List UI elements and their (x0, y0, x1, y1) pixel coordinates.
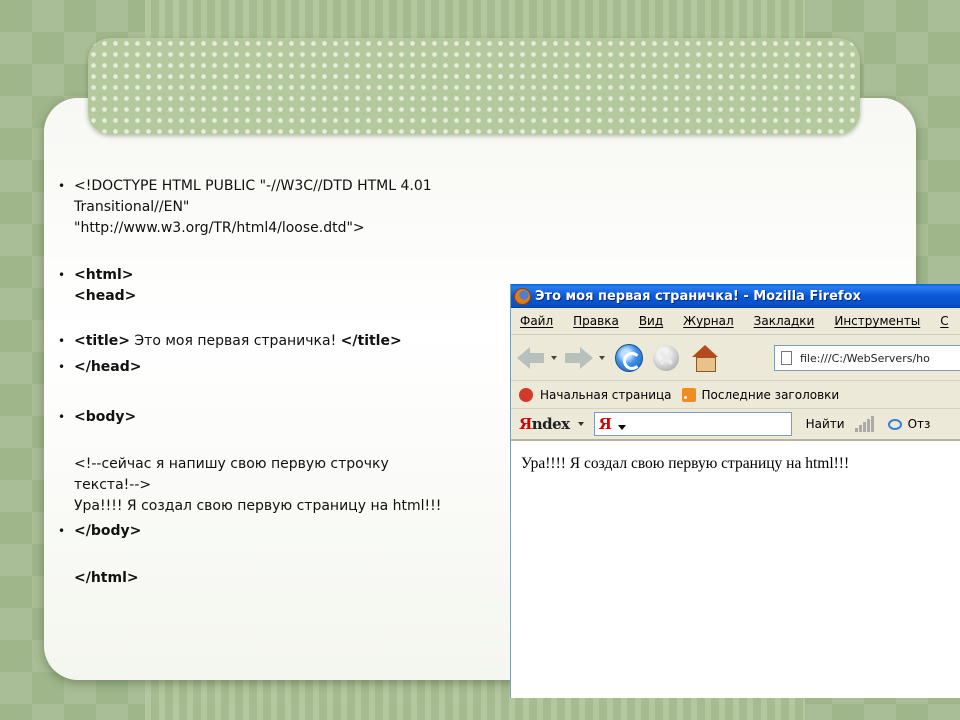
title-text: Это моя первая страничка! (129, 333, 341, 349)
yandex-dropdown-icon[interactable] (577, 422, 584, 426)
code-comment-line: текста!--> (74, 477, 152, 493)
yandex-feedback-label[interactable]: Отз (908, 417, 931, 431)
title-close-tag: </title> (340, 333, 402, 349)
bookmark-latest-headlines[interactable]: Последние заголовки (702, 388, 840, 402)
code-item-html-head: <html> <head> (58, 265, 498, 307)
code-line: "http://www.w3.org/TR/html4/loose.dtd"> (74, 220, 365, 236)
forward-arrow-icon (565, 346, 593, 369)
browser-page-content: Ура!!!! Я создал свою первую страницу на… (511, 441, 960, 473)
page-icon (781, 351, 792, 365)
yandex-input-dropdown-icon[interactable] (617, 424, 626, 430)
code-line: </body> (74, 523, 142, 539)
code-item-doctype: <!DOCTYPE HTML PUBLIC "-//W3C//DTD HTML … (58, 176, 498, 239)
forward-dropdown-icon[interactable] (599, 355, 605, 360)
stop-icon[interactable] (653, 344, 679, 371)
firefox-logo-icon (514, 287, 531, 305)
code-line: <html> (74, 267, 134, 283)
menu-view[interactable]: Вид (639, 314, 663, 328)
home-icon[interactable] (691, 344, 719, 372)
yandex-search-input[interactable]: Я (593, 412, 792, 436)
menu-bar: Файл Правка Вид Журнал Закладки Инструме… (511, 308, 960, 335)
yandex-find-button[interactable]: Найти (806, 417, 845, 431)
yandex-toolbar: Яndex Я Найти Отз (511, 409, 960, 441)
code-item-title: <title> Это моя первая страничка! </titl… (58, 331, 498, 352)
firefox-window: Это моя первая страничка! - Mozilla Fire… (510, 284, 960, 698)
back-dropdown-icon[interactable] (551, 355, 557, 360)
code-item-body: <body> <!--сейчас я напишу свою первую с… (58, 407, 498, 517)
dotted-title-banner (88, 38, 860, 134)
signal-bars-icon (854, 416, 874, 432)
code-line: <!DOCTYPE HTML PUBLIC "-//W3C//DTD HTML … (74, 178, 432, 194)
window-title: Это моя первая страничка! - Mozilla Fire… (535, 288, 861, 304)
code-body-text: Ура!!!! Я создал свою первую страницу на… (74, 498, 442, 514)
forward-button[interactable] (565, 346, 593, 369)
menu-history[interactable]: Журнал (683, 314, 734, 328)
navigation-toolbar: file:///C:/WebServers/ho (511, 335, 960, 381)
page-text: Ура!!!! Я создал свою первую страницу на… (521, 455, 850, 472)
menu-file[interactable]: Файл (520, 314, 553, 328)
code-line: </html> (74, 570, 139, 586)
url-bar[interactable]: file:///C:/WebServers/ho (774, 345, 960, 371)
code-line: </head> (74, 359, 142, 375)
yandex-logo[interactable]: Яndex (519, 415, 570, 433)
back-arrow-icon (517, 346, 545, 369)
code-line: <head> (74, 288, 137, 304)
code-item-body-close: </body> </html> (58, 521, 498, 589)
url-text: file:///C:/WebServers/ho (800, 351, 930, 365)
yandex-input-value: Я (598, 415, 612, 433)
menu-bookmarks[interactable]: Закладки (754, 314, 815, 328)
bookmarks-toolbar: Начальная страница Последние заголовки (511, 381, 960, 409)
reload-icon[interactable] (615, 343, 643, 372)
html-code-list: <!DOCTYPE HTML PUBLIC "-//W3C//DTD HTML … (58, 176, 498, 589)
title-open-tag: <title> (74, 333, 130, 349)
menu-tools[interactable]: Инструменты (834, 314, 920, 328)
menu-edit[interactable]: Правка (573, 314, 619, 328)
code-line: <body> (74, 409, 137, 425)
yandex-bookmark-icon (519, 387, 533, 402)
menu-help[interactable]: С (940, 314, 948, 328)
window-titlebar[interactable]: Это моя первая страничка! - Mozilla Fire… (511, 284, 960, 308)
bookmark-home-page[interactable]: Начальная страница (540, 388, 672, 402)
rss-icon (681, 387, 696, 402)
code-item-head-close: </head> (58, 357, 498, 378)
back-button[interactable] (517, 346, 545, 369)
speech-bubble-icon (887, 418, 902, 430)
code-line: Transitional//EN" (74, 199, 190, 215)
code-comment-line: <!--сейчас я напишу свою первую строчку (74, 456, 389, 472)
